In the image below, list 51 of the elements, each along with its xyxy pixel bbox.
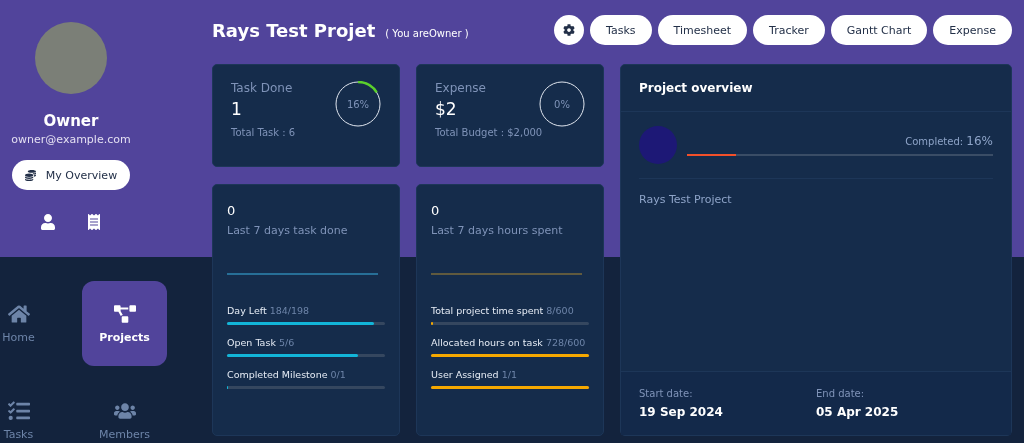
- card-title: Expense: [435, 81, 486, 95]
- stat-caption: Last 7 days task done: [227, 224, 349, 237]
- settings-icon: [563, 24, 576, 36]
- users-icon: [113, 400, 136, 422]
- photo-placeholder: [639, 126, 677, 164]
- progress-ring: [539, 81, 585, 127]
- role-note: ( You areOwner ): [385, 27, 469, 39]
- completed-label: Completed: 16%: [905, 134, 993, 148]
- nav-item[interactable]: Members: [82, 386, 167, 443]
- my-overview-button[interactable]: My Overview: [12, 160, 130, 190]
- project-title: Rays Test Projet: [212, 19, 376, 41]
- nav-item[interactable]: Tasks: [0, 386, 61, 443]
- toolbar-button[interactable]: Gantt Chart: [830, 15, 928, 45]
- nav-item[interactable]: Projects: [82, 281, 167, 366]
- home-icon: [7, 303, 30, 325]
- date-label: End date:: [816, 388, 866, 399]
- metric-label: Day Left 184/198: [227, 305, 310, 316]
- user-name: Owner: [43, 112, 99, 130]
- end-date: 05 Apr 2025: [816, 405, 900, 419]
- card-value: $2: [435, 99, 457, 119]
- percent-label: 16%: [346, 98, 370, 110]
- card-title: Project overview: [621, 65, 1011, 112]
- metric-label: Completed Milestone 0/1: [227, 369, 346, 380]
- card-title: Task Done: [231, 81, 293, 95]
- user-email: owner@example.com: [11, 133, 131, 146]
- project-name: Rays Test Project: [639, 193, 732, 206]
- stat-caption: Last 7 days hours spent: [431, 224, 564, 237]
- nav-item[interactable]: Home: [0, 281, 61, 366]
- toolbar-button[interactable]: Timesheet: [657, 15, 748, 45]
- card-footer: Total Task : 6: [231, 127, 296, 138]
- metric-label: User Assigned 1/1: [431, 369, 517, 380]
- diagram-icon: [113, 303, 136, 325]
- user-icon[interactable]: [40, 214, 56, 230]
- checklist-icon: [7, 400, 30, 422]
- settings-button[interactable]: [554, 15, 585, 45]
- progress-ring: [335, 81, 381, 127]
- receipt-icon[interactable]: [86, 214, 102, 230]
- metric-label: Allocated hours on task 728/600: [431, 337, 586, 348]
- card-value: 1: [231, 99, 242, 119]
- toolbar-button[interactable]: Tracker: [753, 15, 825, 45]
- toolbar-button[interactable]: Tasks: [590, 15, 652, 45]
- stat-value: 0: [431, 203, 441, 218]
- start-date: 19 Sep 2024: [639, 405, 724, 419]
- coins-icon: [24, 169, 36, 181]
- metric-label: Total project time spent 8/600: [431, 305, 574, 316]
- toolbar-button[interactable]: Expense: [933, 15, 1012, 45]
- percent-label: 0%: [554, 98, 570, 110]
- metric-label: Open Task 5/6: [227, 337, 295, 348]
- stat-value: 0: [227, 203, 237, 218]
- card-footer: Total Budget : $2,000: [435, 127, 543, 138]
- date-label: Start date:: [639, 388, 694, 399]
